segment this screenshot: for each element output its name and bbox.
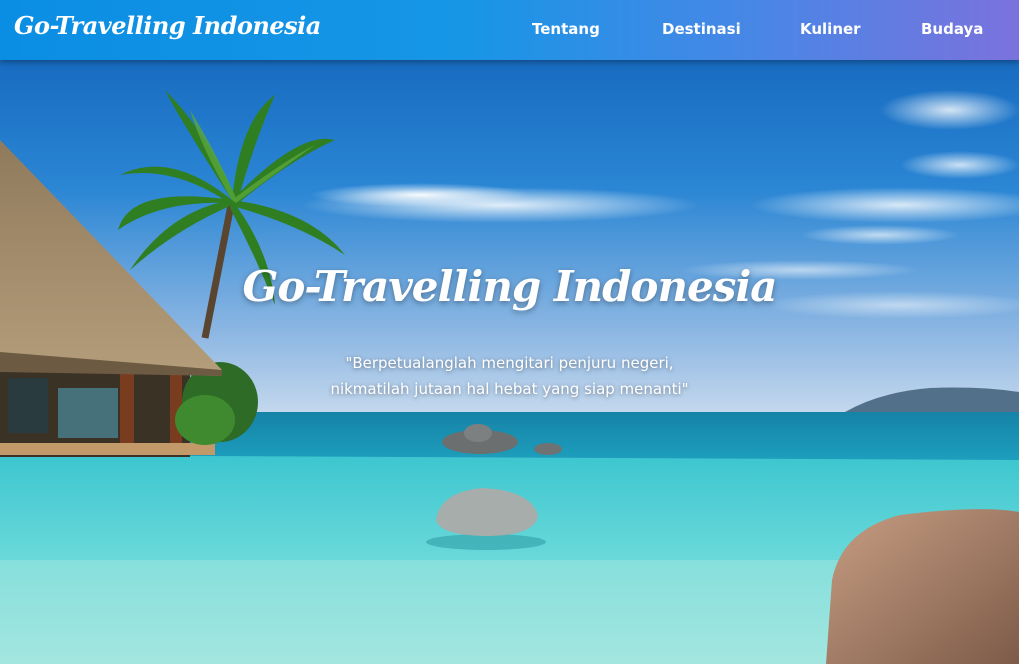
hero-tagline-line2: nikmatilah jutaan hal hebat yang siap me…	[330, 380, 689, 398]
nav-link-tentang[interactable]: Tentang	[532, 20, 600, 38]
nav-link-kuliner[interactable]: Kuliner	[800, 20, 861, 38]
nav-link-budaya[interactable]: Budaya	[921, 20, 983, 38]
hero-tagline-line1: "Berpetualanglah mengitari penjuru neger…	[345, 354, 674, 372]
hero-background-image	[0, 0, 1019, 664]
nav-link-destinasi[interactable]: Destinasi	[662, 20, 741, 38]
hero-section: Go-Travelling Indonesia "Berpetualanglah…	[0, 0, 1019, 664]
hero-title: Go-Travelling Indonesia	[242, 262, 777, 311]
navbar: Go-Travelling Indonesia Tentang Destinas…	[0, 0, 1019, 60]
brand-logo[interactable]: Go-Travelling Indonesia	[14, 11, 321, 40]
